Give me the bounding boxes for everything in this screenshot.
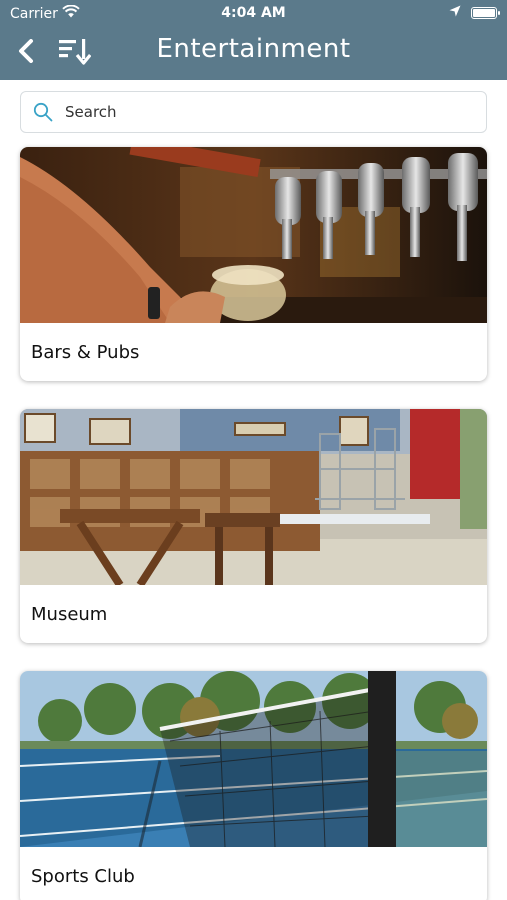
page-title: Entertainment [156, 34, 351, 64]
bars-pubs-image [20, 147, 487, 323]
category-label: Museum [31, 603, 108, 625]
status-time: 4:04 AM [221, 5, 286, 21]
museum-image [20, 409, 487, 585]
status-right [449, 5, 500, 21]
category-card-bars-pubs[interactable]: Bars & Pubs [20, 147, 487, 381]
category-label: Bars & Pubs [31, 341, 140, 363]
category-label: Sports Club [31, 865, 135, 887]
search-bar[interactable] [20, 91, 487, 133]
search-input[interactable] [65, 103, 465, 121]
status-bar: Carrier 4:04 AM [0, 0, 507, 28]
search-icon [21, 102, 65, 122]
sports-club-image [20, 671, 487, 847]
category-card-museum[interactable]: Museum [20, 409, 487, 643]
category-card-sports-club[interactable]: Sports Club [20, 671, 487, 900]
nav-row: Entertainment [0, 28, 507, 78]
battery-icon [471, 7, 500, 19]
navigation-bar: Carrier 4:04 AM Entertainment [0, 0, 507, 80]
location-arrow-icon [449, 5, 461, 21]
